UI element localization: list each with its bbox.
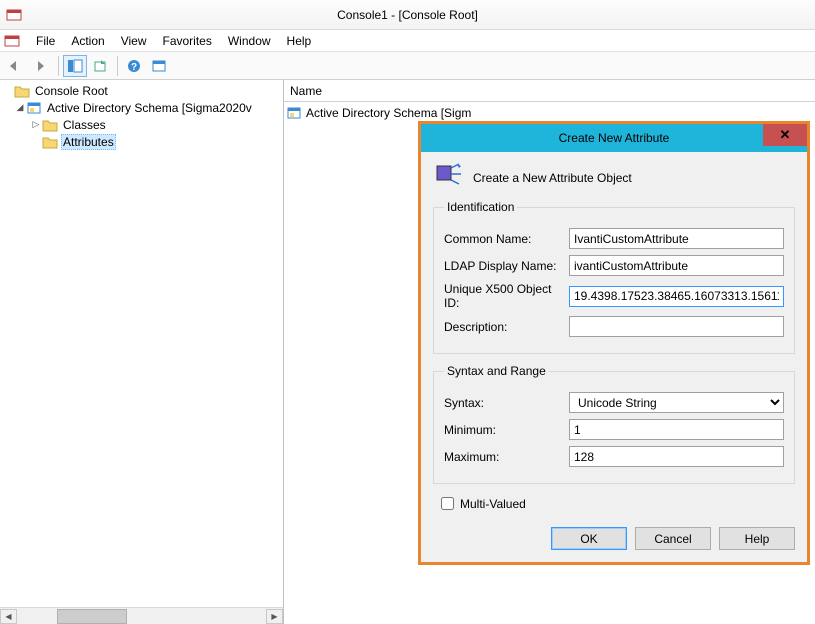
toolbar-separator bbox=[58, 56, 59, 76]
syntax-select[interactable]: Unicode String bbox=[569, 392, 784, 413]
minimum-input[interactable] bbox=[569, 419, 784, 440]
folder-icon bbox=[42, 135, 58, 149]
identification-group: Identification Common Name: LDAP Display… bbox=[433, 200, 795, 354]
scroll-thumb[interactable] bbox=[57, 609, 127, 624]
menu-help[interactable]: Help bbox=[279, 31, 320, 51]
menu-favorites[interactable]: Favorites bbox=[155, 31, 220, 51]
ok-button[interactable]: OK bbox=[551, 527, 627, 550]
maximum-input[interactable] bbox=[569, 446, 784, 467]
window-title: Console1 - [Console Root] bbox=[0, 8, 815, 22]
dialog-titlebar[interactable]: Create New Attribute ✕ bbox=[421, 124, 807, 152]
expand-icon[interactable]: ▷ bbox=[30, 119, 42, 130]
new-window-button[interactable] bbox=[148, 55, 172, 77]
dialog-heading: Create a New Attribute Object bbox=[473, 171, 632, 185]
menu-window[interactable]: Window bbox=[220, 31, 279, 51]
scroll-left-icon[interactable]: ◀ bbox=[0, 609, 17, 624]
schema-icon bbox=[286, 106, 302, 120]
list-item[interactable]: Active Directory Schema [Sigm bbox=[286, 104, 813, 121]
menu-file[interactable]: File bbox=[28, 31, 63, 51]
maximum-label: Maximum: bbox=[444, 450, 569, 464]
multi-valued-label: Multi-Valued bbox=[460, 497, 526, 511]
oid-input[interactable] bbox=[569, 286, 784, 307]
description-label: Description: bbox=[444, 320, 569, 334]
folder-icon bbox=[42, 118, 58, 132]
oid-label: Unique X500 Object ID: bbox=[444, 282, 569, 310]
list-column-name[interactable]: Name bbox=[284, 80, 815, 102]
help-button[interactable]: ? bbox=[122, 55, 146, 77]
show-hide-tree-button[interactable] bbox=[63, 55, 87, 77]
forward-button[interactable] bbox=[30, 55, 54, 77]
tree-schema[interactable]: ◢ Active Directory Schema [Sigma2020v bbox=[2, 99, 281, 116]
tree-classes[interactable]: ▷ Classes bbox=[2, 116, 281, 133]
tree-root[interactable]: Console Root bbox=[2, 82, 281, 99]
menu-action[interactable]: Action bbox=[63, 31, 112, 51]
svg-text:?: ? bbox=[131, 62, 137, 73]
dialog-title: Create New Attribute bbox=[559, 131, 670, 145]
schema-icon bbox=[26, 101, 42, 115]
app-icon bbox=[6, 7, 22, 23]
menu-view[interactable]: View bbox=[113, 31, 155, 51]
syntax-label: Syntax: bbox=[444, 396, 569, 410]
folder-icon bbox=[14, 84, 30, 98]
close-icon: ✕ bbox=[780, 127, 791, 143]
back-button[interactable] bbox=[4, 55, 28, 77]
minimum-label: Minimum: bbox=[444, 423, 569, 437]
window-titlebar: Console1 - [Console Root] bbox=[0, 0, 815, 30]
toolbar-separator bbox=[117, 56, 118, 76]
common-name-label: Common Name: bbox=[444, 232, 569, 246]
close-button[interactable]: ✕ bbox=[763, 124, 807, 146]
collapse-icon[interactable]: ◢ bbox=[14, 102, 26, 113]
app-icon-small bbox=[4, 33, 20, 49]
tree-pane: Console Root ◢ Active Directory Schema [… bbox=[0, 80, 284, 624]
ldap-display-name-input[interactable] bbox=[569, 255, 784, 276]
common-name-input[interactable] bbox=[569, 228, 784, 249]
tree-attributes[interactable]: Attributes bbox=[2, 133, 281, 150]
attribute-object-icon bbox=[433, 162, 465, 194]
ldap-display-name-label: LDAP Display Name: bbox=[444, 259, 569, 273]
syntax-range-group: Syntax and Range Syntax: Unicode String … bbox=[433, 364, 795, 484]
create-attribute-dialog: Create New Attribute ✕ Create a New Attr… bbox=[418, 121, 810, 565]
cancel-button[interactable]: Cancel bbox=[635, 527, 711, 550]
multi-valued-checkbox[interactable] bbox=[441, 497, 454, 510]
menubar: File Action View Favorites Window Help bbox=[0, 30, 815, 52]
toolbar: ? bbox=[0, 52, 815, 80]
help-button[interactable]: Help bbox=[719, 527, 795, 550]
export-button[interactable] bbox=[89, 55, 113, 77]
horizontal-scrollbar[interactable]: ◀ ▶ bbox=[0, 607, 283, 624]
description-input[interactable] bbox=[569, 316, 784, 337]
scroll-right-icon[interactable]: ▶ bbox=[266, 609, 283, 624]
